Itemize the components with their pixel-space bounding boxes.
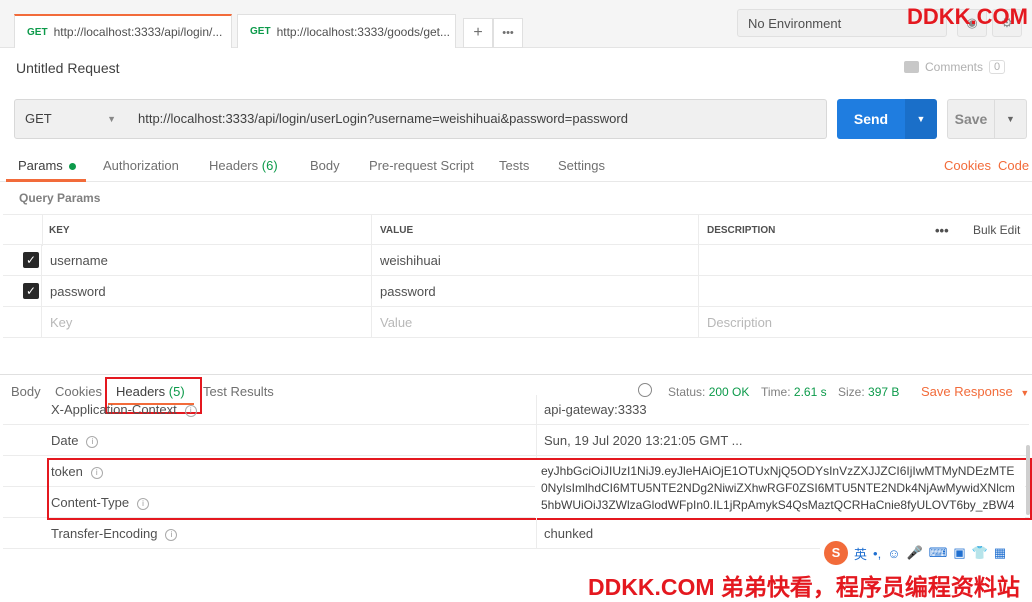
shirt-icon[interactable]: 👕 (972, 545, 988, 561)
code-link[interactable]: Code (998, 158, 1029, 173)
grid-icon[interactable]: ▦ (994, 545, 1006, 561)
tab-method: GET (27, 26, 48, 38)
query-params-label: Query Params (19, 191, 101, 205)
request-tab-1[interactable]: GET http://localhost:3333/api/login/... (14, 14, 232, 48)
request-tab-2[interactable]: GET http://localhost:3333/goods/get... (237, 14, 456, 48)
new-value-input[interactable]: Value (372, 307, 699, 338)
new-description-input[interactable]: Description (699, 307, 1032, 338)
header-key: Transfer-Encoding i (51, 518, 178, 549)
info-icon[interactable]: i (165, 528, 178, 541)
annotation-box (47, 458, 1032, 520)
watermark-top: DDKK.COM (907, 4, 1028, 29)
method-select[interactable]: GET ▼ (14, 99, 129, 139)
send-dropdown-button[interactable]: ▼ (905, 99, 937, 139)
comments-button[interactable]: Comments 0 (904, 60, 1006, 74)
response-divider (0, 374, 1032, 375)
column-value: VALUE (372, 215, 699, 246)
info-icon[interactable]: i (86, 435, 99, 448)
tab-more-button[interactable]: ••• (493, 18, 523, 48)
chevron-down-icon: ▼ (916, 114, 926, 124)
header-value: chunked (544, 526, 594, 541)
param-description[interactable] (699, 245, 1032, 276)
keyboard-icon[interactable]: ⌨ (929, 545, 948, 561)
header-key-text: X-Application-Context (51, 402, 177, 417)
header-value: api-gateway:3333 (544, 402, 647, 417)
tab-body[interactable]: Body (310, 158, 340, 173)
tab-params[interactable]: Params (18, 158, 77, 173)
table-row: Date i Sun, 19 Jul 2020 13:21:05 GMT ... (3, 425, 1029, 456)
tab-tests[interactable]: Tests (499, 158, 529, 173)
smiley-icon[interactable]: ☺ (887, 546, 900, 561)
table-header-row: KEY VALUE DESCRIPTION ••• Bulk Edit (3, 214, 1032, 246)
param-key[interactable]: password (41, 276, 372, 307)
tab-headers-label: Headers (209, 158, 259, 173)
header-key: X-Application-Context i (51, 395, 197, 425)
tab-params-label: Params (18, 158, 63, 173)
active-tab-underline (6, 179, 86, 182)
request-title: Untitled Request (16, 60, 120, 76)
tab-method: GET (250, 26, 271, 37)
param-description[interactable] (699, 276, 1032, 307)
param-value[interactable]: password (372, 276, 699, 307)
param-value[interactable]: weishihuai (372, 245, 699, 276)
tab-headers-count: (6) (261, 158, 278, 173)
cookies-link[interactable]: Cookies (944, 158, 991, 173)
ime-punct[interactable]: •, (873, 546, 881, 561)
tab-prerequest-script[interactable]: Pre-request Script (369, 158, 474, 173)
chevron-down-icon: ▼ (1006, 114, 1015, 124)
comments-label: Comments (925, 60, 984, 74)
checkbox-checked[interactable]: ✓ (23, 252, 39, 268)
watermark-bottom: DDKK.COM 弟弟快看，程序员编程资料站 (588, 574, 1020, 600)
microphone-icon[interactable]: 🎤 (906, 545, 922, 561)
method-value: GET (25, 111, 52, 126)
header-key-text: Transfer-Encoding (51, 526, 158, 541)
bulk-edit-link[interactable]: Bulk Edit (965, 215, 1031, 246)
comment-icon (904, 61, 919, 73)
scrollbar[interactable] (1026, 445, 1030, 515)
toolbox-icon[interactable]: ▣ (953, 545, 965, 561)
tab-headers[interactable]: Headers (6) (209, 158, 278, 173)
more-options-icon[interactable]: ••• (929, 215, 969, 246)
ime-lang[interactable]: 英 (854, 544, 867, 563)
comments-count: 0 (989, 60, 1006, 74)
sogou-logo-icon[interactable]: S (824, 541, 848, 565)
table-row: ✓ password password (3, 276, 1032, 307)
param-key[interactable]: username (41, 245, 372, 276)
tab-authorization[interactable]: Authorization (103, 158, 179, 173)
tab-label: http://localhost:3333/goods/get... (276, 24, 451, 39)
table-row: X-Application-Context i api-gateway:3333 (3, 395, 1029, 426)
save-dropdown-button[interactable]: ▼ (995, 99, 1027, 139)
url-input[interactable]: http://localhost:3333/api/login/userLogi… (128, 99, 827, 139)
table-row: ✓ username weishihuai (3, 245, 1032, 276)
header-key: Date i (51, 425, 99, 456)
checkbox-checked[interactable]: ✓ (23, 283, 39, 299)
info-icon[interactable]: i (184, 404, 197, 417)
ime-toolbar: S 英 •, ☺ 🎤 ⌨ ▣ 👕 ▦ (820, 539, 1032, 567)
save-button[interactable]: Save (947, 99, 995, 139)
column-key: KEY (41, 215, 372, 246)
send-button[interactable]: Send (837, 99, 905, 139)
active-dot-icon (69, 163, 77, 171)
table-row-new: Key Value Description (3, 307, 1032, 338)
header-value: Sun, 19 Jul 2020 13:21:05 GMT ... (544, 433, 743, 448)
tab-settings[interactable]: Settings (558, 158, 605, 173)
column-description: DESCRIPTION (707, 225, 776, 236)
chevron-down-icon: ▼ (107, 114, 116, 124)
header-key-text: Date (51, 433, 79, 448)
new-key-input[interactable]: Key (41, 307, 372, 338)
add-tab-button[interactable]: + (463, 18, 493, 48)
tab-label: http://localhost:3333/api/login/... (53, 25, 223, 39)
